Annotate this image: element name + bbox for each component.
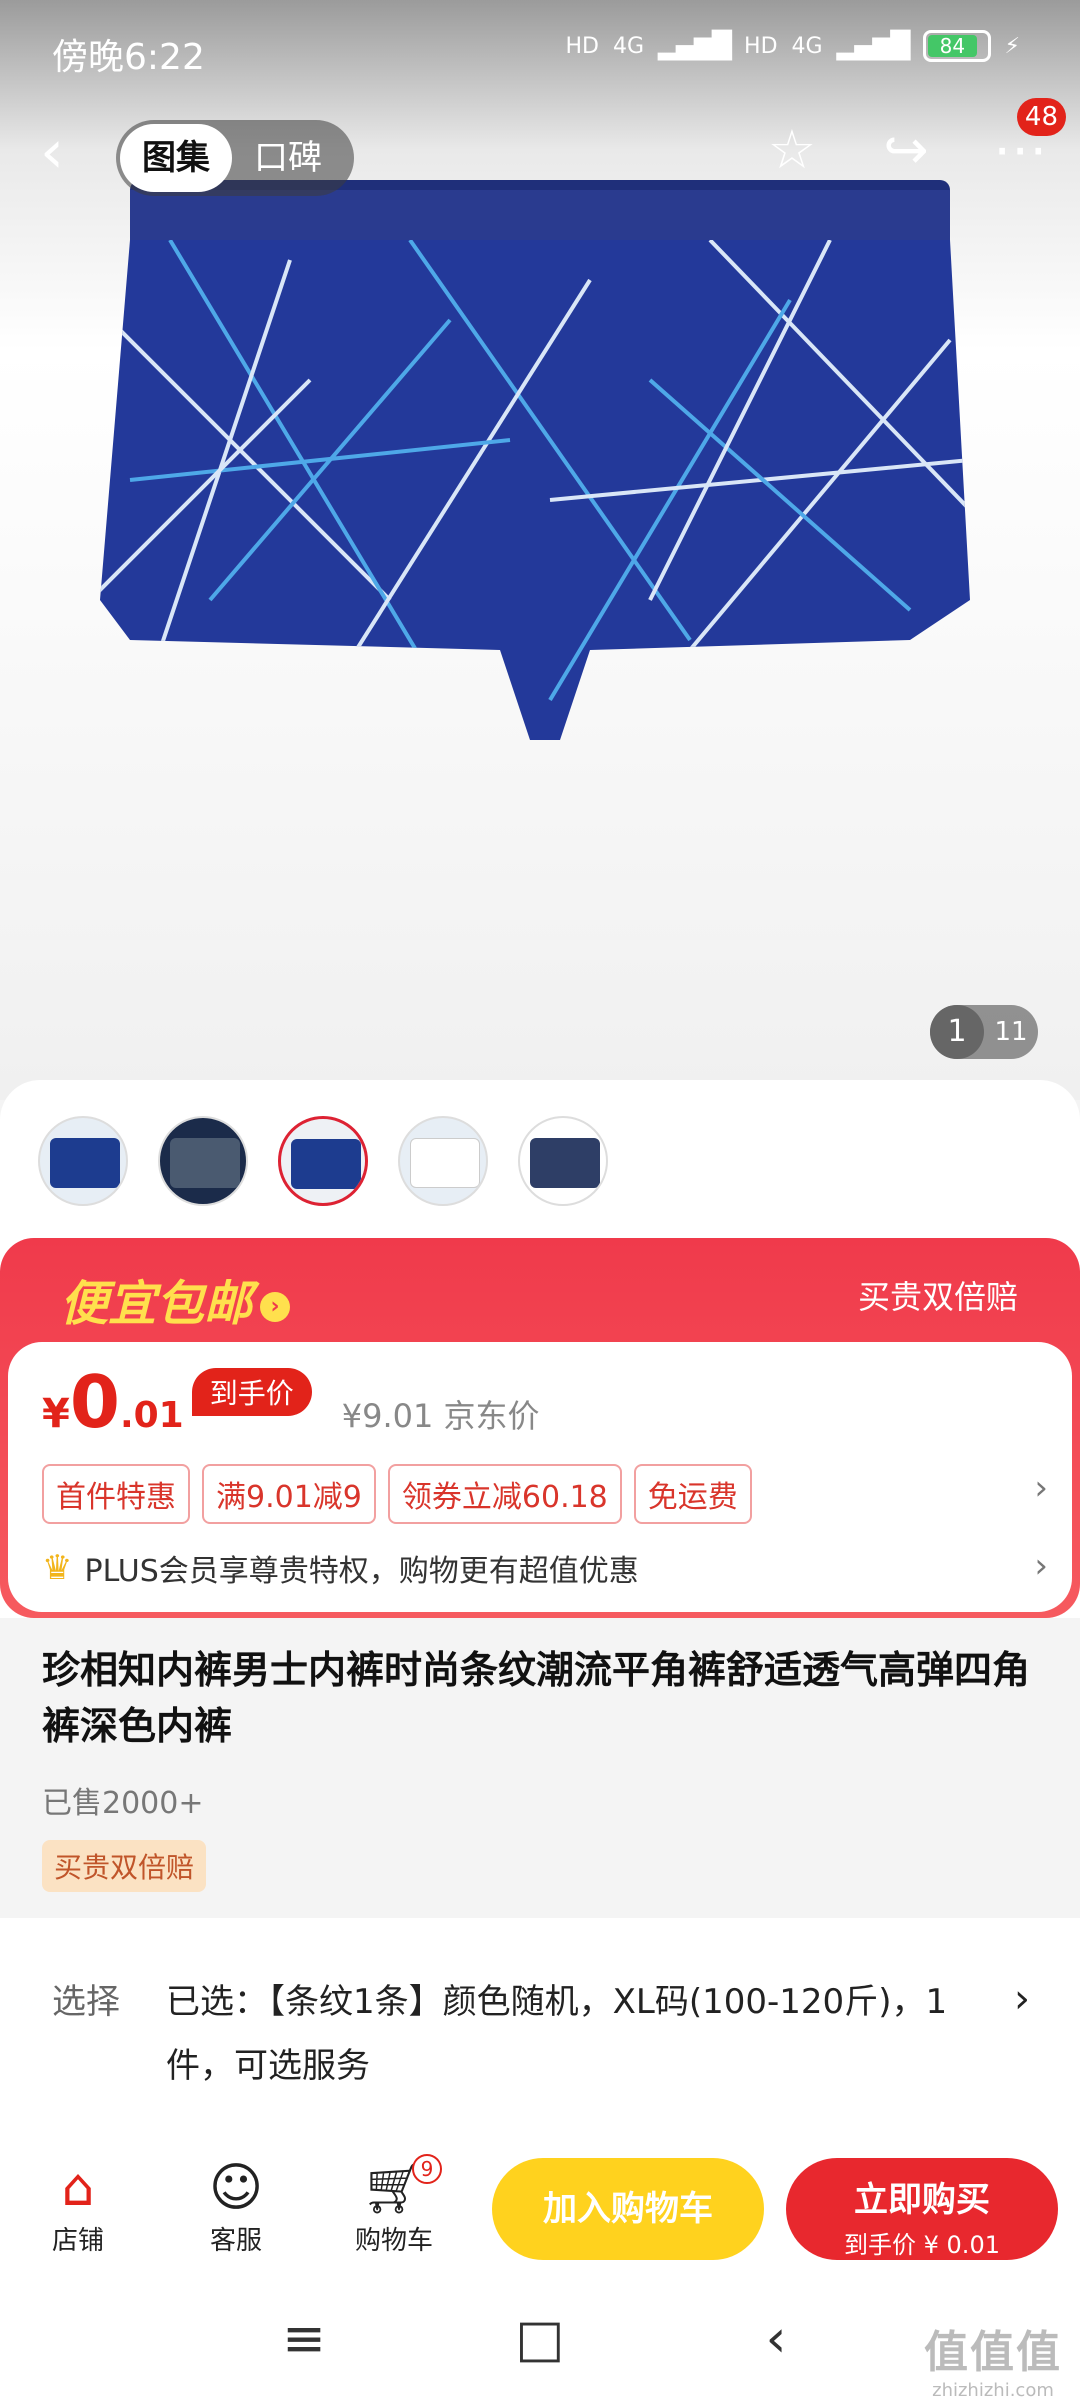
menu-icon[interactable]: ≡ (264, 2304, 344, 2374)
original-price: ¥9.01 京东价 (341, 1397, 540, 1435)
share-icon[interactable]: ↪ (876, 120, 936, 180)
charging-icon: ⚡ (1004, 33, 1020, 59)
cart-count-badge: 9 (412, 2154, 442, 2184)
selection-row[interactable]: 选择 已选：【条纹1条】颜色随机，XL码(100-120斤)，1件，可选服务 › (16, 1930, 1056, 2150)
chevron-right-icon: › (260, 1292, 291, 1322)
cart-button[interactable]: 🛒︎ 9 购物车 (334, 2154, 454, 2257)
chevron-right-icon[interactable]: › (1034, 1546, 1048, 1586)
promo-title-text: 便宜包邮 (60, 1276, 253, 1332)
watermark: 值值值 zhizhizhi.com (924, 2316, 1062, 2400)
promo-guarantee: 买贵双倍赔 (857, 1278, 1018, 1316)
add-to-cart-button[interactable]: 加入购物车 (492, 2158, 764, 2260)
hd-icon: HD (565, 33, 599, 59)
product-image (100, 180, 970, 740)
message-badge: 48 (1016, 98, 1066, 136)
battery-icon: 84 (922, 30, 991, 62)
price-card: ¥ 0 .01 到手价 ¥9.01 京东价 首件特惠 满9.01减9 领券立减6… (8, 1342, 1072, 1612)
guarantee-badge: 买贵双倍赔 (42, 1840, 207, 1892)
watermark-logo: 值值值 (924, 2327, 1062, 2378)
promo-tags[interactable]: 首件特惠 满9.01减9 领券立减60.18 免运费 (42, 1464, 752, 1524)
store-icon: ⌂ (61, 2158, 95, 2218)
status-time: 傍晚6:22 (52, 37, 205, 78)
selection-label: 选择 (52, 1982, 120, 2022)
thumbnail-2[interactable] (158, 1116, 248, 1206)
status-bar: 傍晚6:22 HD 4G ▂▄▆█ HD 4G ▂▄▆█ 84 ⚡ (0, 0, 1080, 100)
network-4g-label: 4G (613, 33, 645, 59)
thumbnail-3[interactable] (278, 1116, 368, 1206)
system-nav-bar: ≡ □ ‹ 值值值 zhizhizhi.com (0, 2276, 1080, 2400)
promo-tag: 免运费 (633, 1464, 752, 1524)
product-detail-page: 傍晚6:22 HD 4G ▂▄▆█ HD 4G ▂▄▆█ 84 ⚡ ‹ 图集 口… (0, 0, 1080, 2400)
price-decimal: .01 (119, 1395, 184, 1436)
price-integer: 0 (69, 1360, 120, 1444)
thumbnail-1[interactable] (38, 1116, 128, 1206)
promo-banner: 便宜包邮 › 买贵双倍赔 ¥ 0 .01 到手价 ¥9.01 京东价 首件特惠 满… (0, 1238, 1080, 1618)
more-icon[interactable]: ⋯ 48 (990, 98, 1066, 180)
promo-tag: 满9.01减9 (202, 1464, 376, 1524)
buy-now-button[interactable]: 立即购买 到手价 ¥ 0.01 (786, 2158, 1058, 2260)
watermark-url: zhizhizhi.com (932, 2380, 1054, 2400)
back-icon[interactable]: ‹ (736, 2304, 816, 2374)
favorite-star-icon[interactable]: ☆ (762, 120, 822, 180)
product-title: 珍相知内裤男士内裤时尚条纹潮流平角裤舒适透气高弹四角裤深色内裤 (42, 1648, 1031, 1748)
status-icons: HD 4G ▂▄▆█ HD 4G ▂▄▆█ 84 ⚡ (566, 30, 1020, 62)
buy-now-price: 到手价 ¥ 0.01 (844, 2231, 1000, 2259)
service-button[interactable]: ☺ 客服 (176, 2156, 296, 2257)
selection-text: 已选：【条纹1条】颜色随机，XL码(100-120斤)，1件，可选服务 (166, 1982, 948, 2086)
plus-member-row[interactable]: ♛ PLUS会员享尊贵特权，购物更有超值优惠 (42, 1546, 639, 1590)
thumbnail-5[interactable] (518, 1116, 608, 1206)
gallery-current: 1 (930, 1005, 984, 1059)
top-nav: ‹ 图集 口碑 ☆ ↪ ⋯ 48 (0, 98, 1080, 200)
signal-icon-2: ▂▄▆█ (836, 31, 911, 61)
shop-button[interactable]: ⌂ 店铺 (18, 2156, 138, 2257)
gallery-tabs: 图集 口碑 (116, 120, 354, 196)
network-4g-label-2: 4G (791, 33, 823, 59)
product-gallery[interactable]: 傍晚6:22 HD 4G ▂▄▆█ HD 4G ▂▄▆█ 84 ⚡ ‹ 图集 口… (0, 0, 1080, 1100)
service-label: 客服 (209, 2226, 262, 2256)
cart-label: 购物车 (354, 2226, 433, 2256)
chevron-right-icon[interactable]: › (1034, 1468, 1048, 1508)
gallery-total: 11 (994, 1017, 1028, 1047)
hd-icon-2: HD (744, 33, 778, 59)
buy-now-label: 立即购买 (854, 2180, 990, 2220)
gallery-counter: 1 11 (930, 1005, 1038, 1059)
home-square-icon[interactable]: □ (500, 2304, 580, 2374)
crown-icon: ♛ (42, 1548, 73, 1588)
product-info: 珍相知内裤男士内裤时尚条纹潮流平角裤舒适透气高弹四角裤深色内裤 已售2000+ … (0, 1618, 1080, 1918)
bottom-action-bar: ⌂ 店铺 ☺ 客服 🛒︎ 9 购物车 加入购物车 立即购买 到手价 ¥ 0.01 (0, 2142, 1080, 2276)
variant-thumbnails (38, 1116, 608, 1206)
signal-icon: ▂▄▆█ (658, 31, 732, 61)
promo-tag: 领券立减60.18 (387, 1464, 622, 1524)
sold-count: 已售2000+ (42, 1786, 204, 1821)
promo-title[interactable]: 便宜包邮 › (60, 1264, 291, 1334)
back-arrow-icon[interactable]: ‹ (40, 122, 100, 184)
price-currency: ¥ (42, 1391, 70, 1437)
tab-gallery[interactable]: 图集 (120, 124, 232, 192)
price-row: ¥ 0 .01 到手价 ¥9.01 京东价 (42, 1366, 540, 1440)
thumbnail-4[interactable] (398, 1116, 488, 1206)
tab-reviews[interactable]: 口碑 (232, 124, 344, 192)
battery-level: 84 (927, 35, 978, 57)
shop-label: 店铺 (51, 2226, 104, 2256)
nav-actions: ☆ ↪ ⋯ 48 (762, 98, 1066, 180)
plus-text: PLUS会员享尊贵特权，购物更有超值优惠 (84, 1554, 639, 1589)
final-price-pill: 到手价 (191, 1368, 312, 1416)
chevron-right-icon: › (1014, 1976, 1030, 2022)
promo-tag: 首件特惠 (42, 1464, 190, 1524)
chat-icon: ☺ (208, 2158, 264, 2218)
